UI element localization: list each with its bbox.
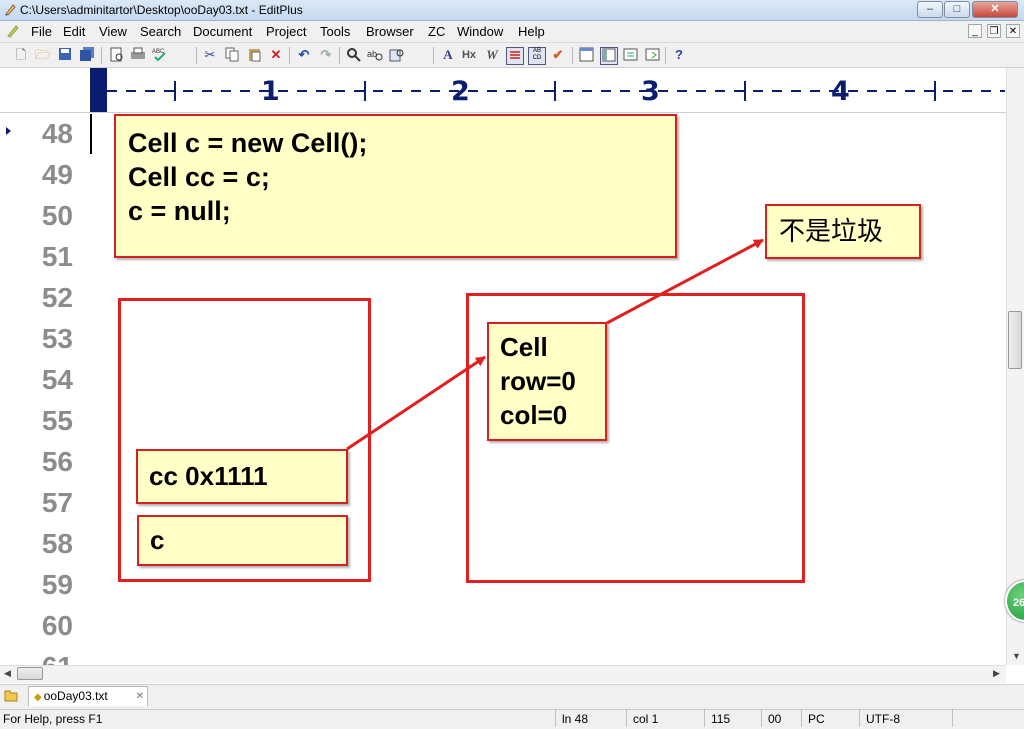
scroll-down-arrow-icon[interactable]: ▼ [1012,651,1021,661]
document-tab-bar [0,684,1024,709]
status-help: For Help, press F1 [3,712,103,726]
arrow-cc-to-cell [346,355,486,451]
directory-folder-icon[interactable] [4,688,18,705]
scroll-left-arrow-icon[interactable]: ◀ [4,668,11,679]
status-separator [704,710,705,727]
scroll-right-arrow-icon[interactable]: ▶ [993,668,1000,679]
tab-label: ooDay03.txt [43,689,108,703]
reference-arrows [346,238,764,451]
status-col: col 1 [633,712,659,726]
status-line: ln 48 [562,712,589,726]
tab-oo-day03[interactable]: ◆ ooDay03.txt ✕ [28,686,148,706]
status-separator [859,710,860,727]
tab-close-icon[interactable]: ✕ [136,687,144,706]
status-total-lines: 115 [711,712,731,726]
horizontal-scrollbar[interactable] [0,665,1006,683]
file-modified-icon: ◆ [34,692,42,703]
horizontal-scroll-thumb[interactable] [17,667,43,680]
status-encoding: UTF-8 [866,712,900,726]
status-mode: PC [808,712,825,726]
status-separator [761,710,762,727]
status-separator [801,710,802,727]
status-code: 00 [768,712,782,726]
arrow-cell-to-label [606,238,764,325]
status-separator [555,710,556,727]
status-separator [952,710,953,727]
vertical-scroll-thumb[interactable] [1008,311,1022,369]
status-separator [626,710,627,727]
